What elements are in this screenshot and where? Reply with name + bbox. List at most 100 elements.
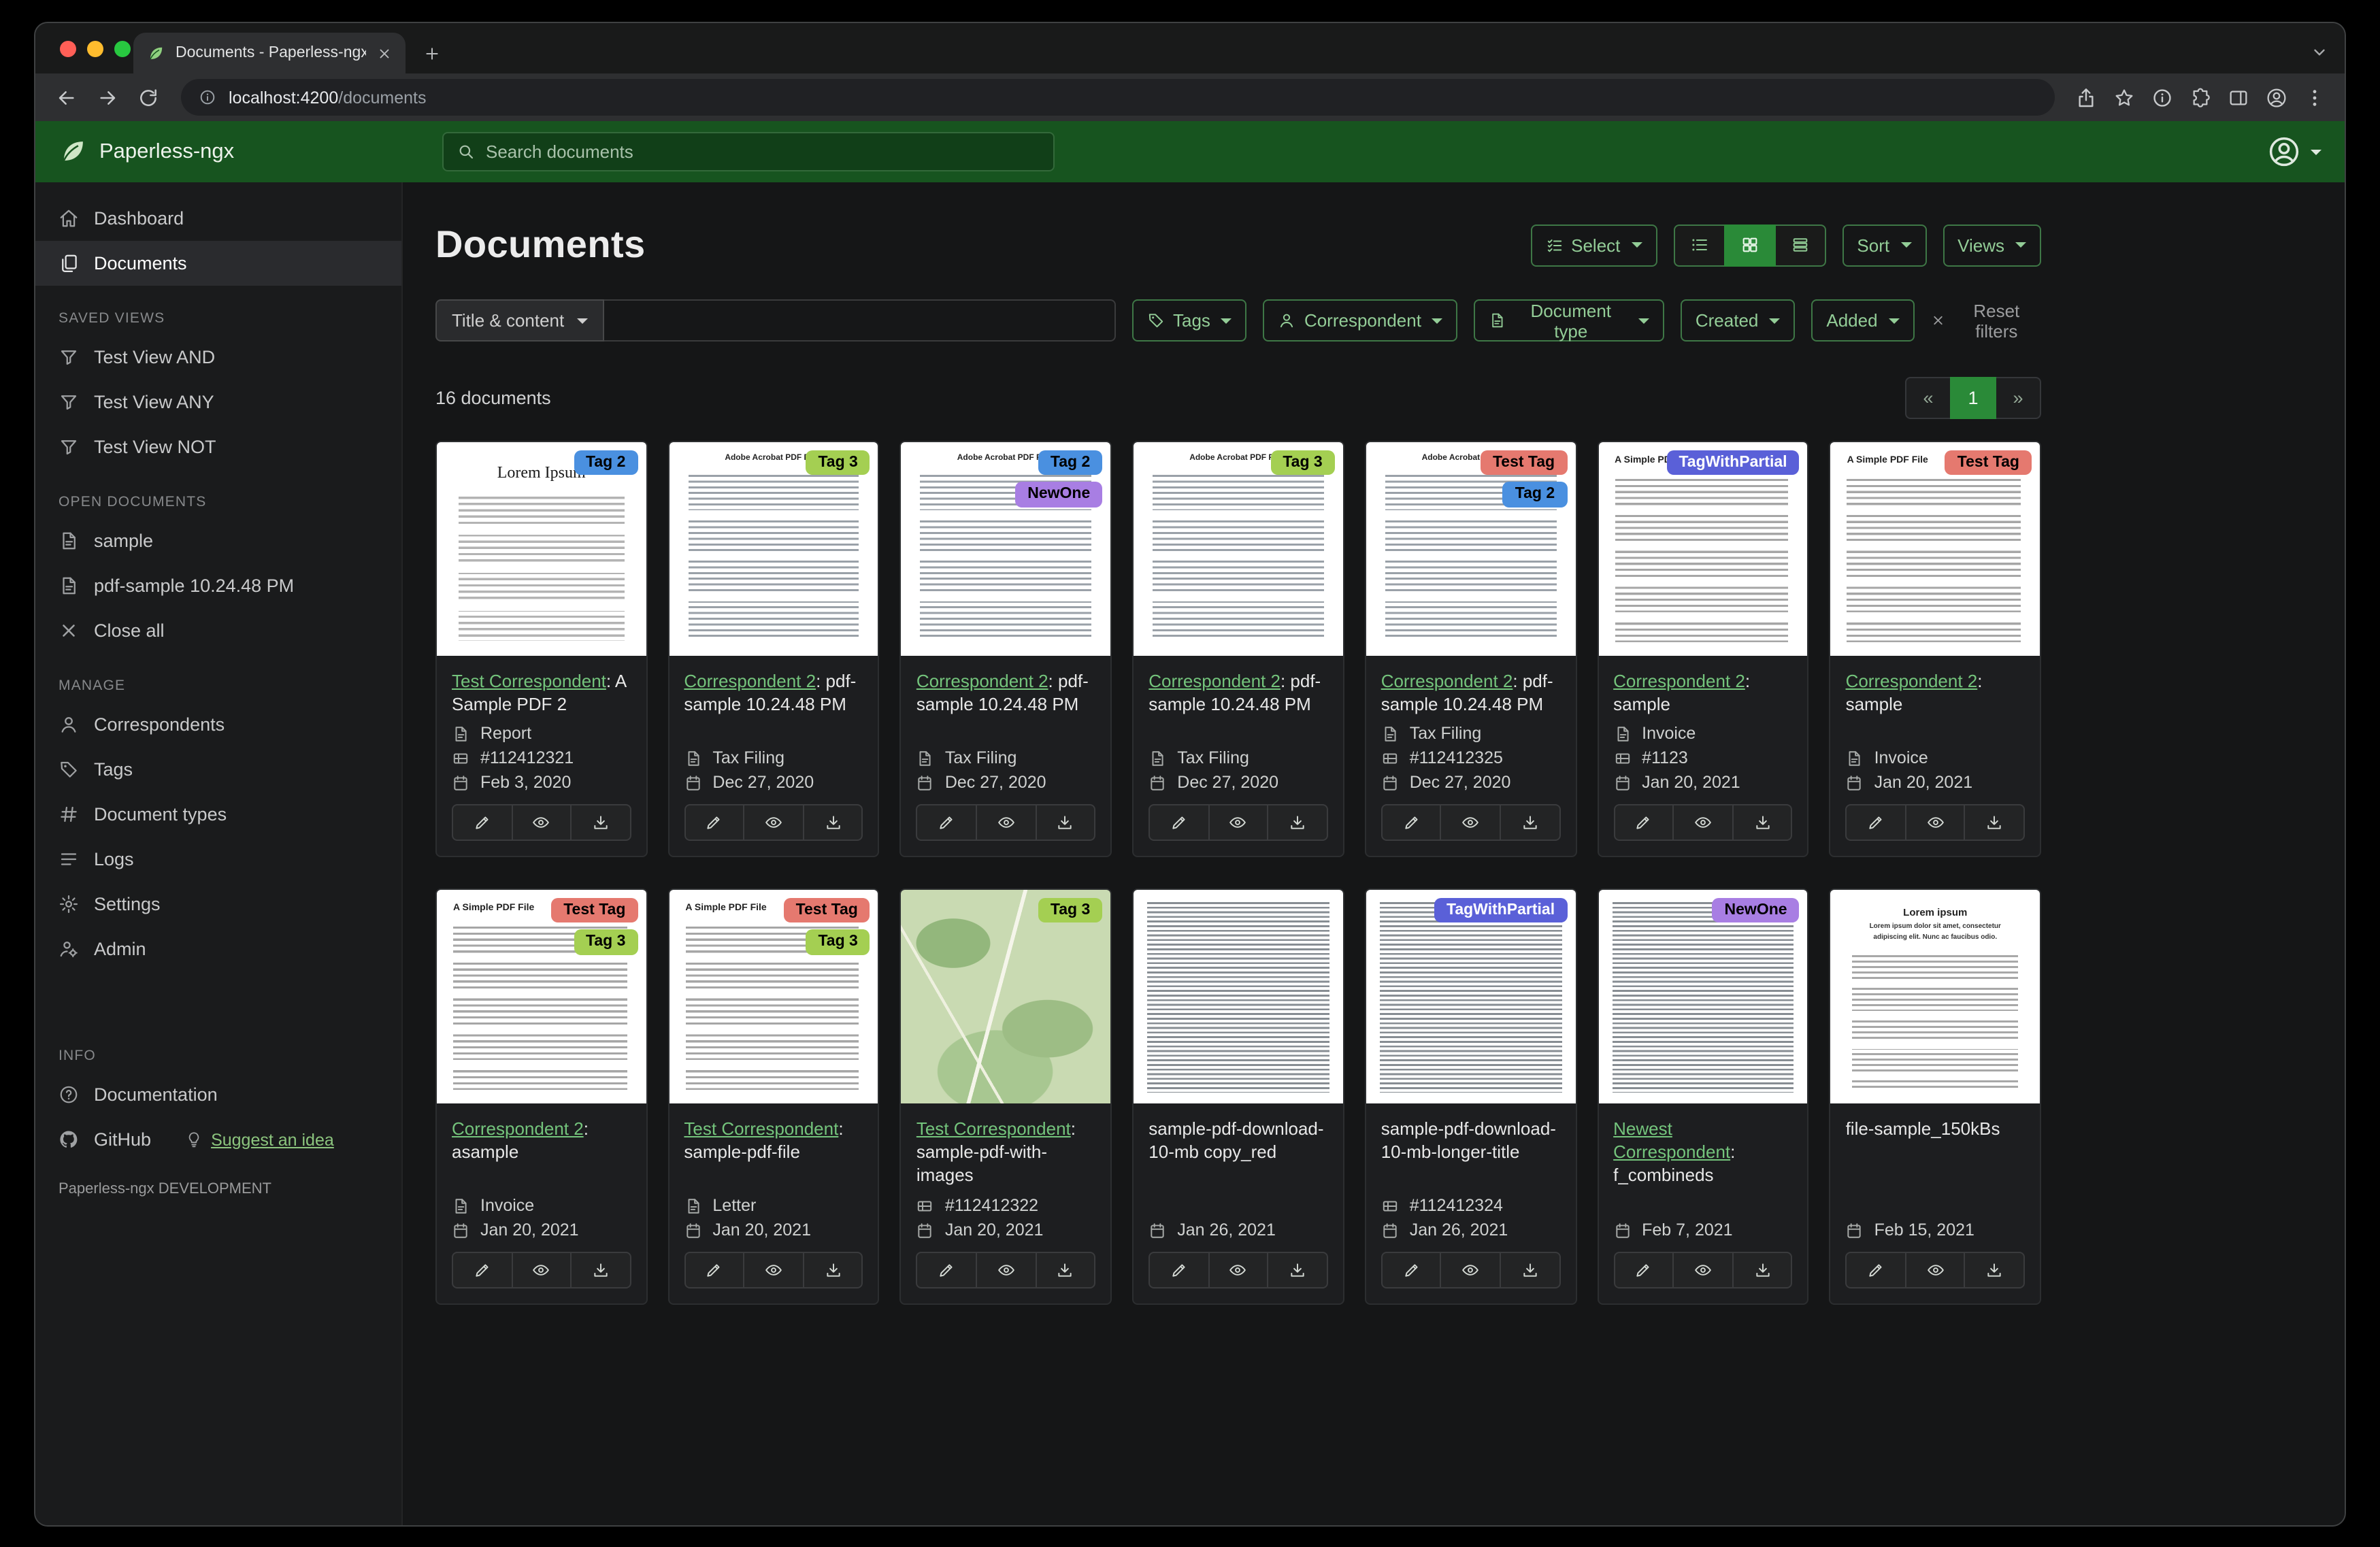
sidebar-item-close-all[interactable]: Close all <box>35 608 401 653</box>
tag-badge[interactable]: Tag 3 <box>1270 450 1335 476</box>
document-card[interactable]: Adobe Acrobat PDF Files Tag 3 Correspond… <box>1132 441 1344 857</box>
document-card[interactable]: Adobe Acrobat PDF Files Tag 3 Correspond… <box>667 441 880 857</box>
sidebar-item-open-document[interactable]: pdf-sample 10.24.48 PM <box>35 563 401 608</box>
document-thumbnail[interactable]: A Simple PDF File TagWithPartial <box>1598 442 1808 656</box>
download-button[interactable] <box>1500 804 1561 841</box>
view-button[interactable] <box>1440 1252 1501 1288</box>
tag-badge[interactable]: Test Tag <box>1480 450 1568 476</box>
document-thumbnail[interactable]: TagWithPartial <box>1366 890 1576 1103</box>
reset-filters-button[interactable]: Reset filters <box>1931 300 2041 341</box>
download-button[interactable] <box>1035 1252 1096 1288</box>
document-card[interactable]: Lorem ipsum Lorem ipsum dolor sit amet, … <box>1829 888 2041 1305</box>
sidebar-item-documents[interactable]: Documents <box>35 241 401 286</box>
edit-button[interactable] <box>916 1252 977 1288</box>
correspondent-link[interactable]: Test Correspondent <box>452 671 606 691</box>
view-button[interactable] <box>743 804 804 841</box>
sidebar-item-saved-view[interactable]: Test View AND <box>35 335 401 380</box>
download-button[interactable] <box>802 804 863 841</box>
filter-correspondent-button[interactable]: Correspondent <box>1263 299 1458 342</box>
correspondent-link[interactable]: Test Correspondent <box>684 1118 838 1139</box>
back-button[interactable] <box>48 78 86 116</box>
suggest-idea-link[interactable]: Suggest an idea <box>211 1130 334 1149</box>
correspondent-link[interactable]: Correspondent 2 <box>916 671 1048 691</box>
document-card[interactable]: Lorem Ipsum Tag 2 Test Correspondent: A … <box>435 441 648 857</box>
document-thumbnail[interactable]: A Simple PDF File Test Tag Tag 3 <box>669 890 878 1103</box>
sidebar-item-logs[interactable]: Logs <box>35 837 401 882</box>
filter-created-button[interactable]: Created <box>1680 299 1796 342</box>
window-zoom-button[interactable] <box>114 41 131 57</box>
tab-list-chevron-icon[interactable] <box>2311 44 2328 61</box>
tag-badge[interactable]: TagWithPartial <box>1434 898 1568 923</box>
browser-tab[interactable]: Documents - Paperless-ngx <box>133 33 406 73</box>
sidebar-item-open-document[interactable]: sample <box>35 518 401 563</box>
select-button[interactable]: Select <box>1530 224 1657 266</box>
side-panel-icon[interactable] <box>2221 80 2256 115</box>
document-card[interactable]: NewOne Newest Correspondent: f_combineds… <box>1597 888 1809 1305</box>
download-button[interactable] <box>1267 804 1328 841</box>
correspondent-link[interactable]: Correspondent 2 <box>1148 671 1280 691</box>
document-thumbnail[interactable]: A Simple PDF File Test Tag Tag 3 <box>437 890 646 1103</box>
edit-button[interactable] <box>1148 804 1210 841</box>
edit-button[interactable] <box>1845 1252 1906 1288</box>
browser-profile-icon[interactable] <box>2259 80 2294 115</box>
tag-badge[interactable]: TagWithPartial <box>1666 450 1800 476</box>
sidebar-item-documentation[interactable]: Documentation <box>35 1072 401 1117</box>
document-card[interactable]: A Simple PDF File TagWithPartial Corresp… <box>1597 441 1809 857</box>
view-button[interactable] <box>743 1252 804 1288</box>
view-details-button[interactable] <box>1774 224 1826 266</box>
document-card[interactable]: A Simple PDF File Test Tag Tag 3 Correspo… <box>435 888 648 1305</box>
sidebar-item-dashboard[interactable]: Dashboard <box>35 196 401 241</box>
pagination-page-1-button[interactable]: 1 <box>1950 377 1996 419</box>
tag-badge[interactable]: Test Tag <box>1945 450 2032 476</box>
download-button[interactable] <box>1500 1252 1561 1288</box>
tag-badge[interactable]: Tag 2 <box>574 450 638 476</box>
correspondent-link[interactable]: Correspondent 2 <box>1613 671 1745 691</box>
pagination-prev-button[interactable]: « <box>1905 377 1951 419</box>
app-brand[interactable]: Paperless-ngx <box>59 137 234 166</box>
info-circle-icon[interactable] <box>2145 80 2180 115</box>
document-card[interactable]: TagWithPartial sample-pdf-download-10-mb… <box>1364 888 1577 1305</box>
edit-button[interactable] <box>916 804 977 841</box>
view-grid-button[interactable] <box>1723 224 1776 266</box>
edit-button[interactable] <box>1381 804 1442 841</box>
document-card[interactable]: Tag 3 Test Correspondent: sample-pdf-wit… <box>899 888 1112 1305</box>
sidebar-item-settings[interactable]: Settings <box>35 882 401 927</box>
correspondent-link[interactable]: Correspondent 2 <box>684 671 816 691</box>
download-button[interactable] <box>570 804 631 841</box>
download-button[interactable] <box>1267 1252 1328 1288</box>
document-card[interactable]: Adobe Acrobat PDF Files Test Tag Tag 2 Co… <box>1364 441 1577 857</box>
download-button[interactable] <box>802 1252 863 1288</box>
site-info-icon[interactable] <box>199 88 216 106</box>
correspondent-link[interactable]: Correspondent 2 <box>1846 671 1978 691</box>
user-menu[interactable] <box>2267 135 2321 169</box>
extensions-icon[interactable] <box>2183 80 2218 115</box>
download-button[interactable] <box>1964 1252 2025 1288</box>
tag-badge[interactable]: Test Tag <box>551 898 638 923</box>
view-button[interactable] <box>976 1252 1037 1288</box>
document-card[interactable]: A Simple PDF File Test Tag Tag 3 Test Cor… <box>667 888 880 1305</box>
pagination-next-button[interactable]: » <box>1995 377 2041 419</box>
global-search-input[interactable] <box>486 142 1040 162</box>
document-thumbnail[interactable] <box>1134 890 1343 1103</box>
document-card[interactable]: sample-pdf-download-10-mb copy_red Jan 2… <box>1132 888 1344 1305</box>
view-button[interactable] <box>511 1252 572 1288</box>
correspondent-link[interactable]: Correspondent 2 <box>1381 671 1513 691</box>
tag-badge[interactable]: Test Tag <box>783 898 870 923</box>
document-thumbnail[interactable]: Lorem ipsum Lorem ipsum dolor sit amet, … <box>1830 890 2040 1103</box>
download-button[interactable] <box>1964 804 2025 841</box>
window-close-button[interactable] <box>60 41 76 57</box>
filter-tags-button[interactable]: Tags <box>1132 299 1247 342</box>
sidebar-item-tags[interactable]: Tags <box>35 747 401 792</box>
sidebar-item-saved-view[interactable]: Test View NOT <box>35 425 401 469</box>
filter-field-button[interactable]: Title & content <box>435 299 604 342</box>
sidebar-item-admin[interactable]: Admin <box>35 927 401 971</box>
download-button[interactable] <box>1732 1252 1793 1288</box>
document-thumbnail[interactable]: Adobe Acrobat PDF Files Tag 3 <box>1134 442 1343 656</box>
correspondent-link[interactable]: Newest Correspondent <box>1613 1118 1730 1162</box>
edit-button[interactable] <box>1845 804 1906 841</box>
view-button[interactable] <box>1904 1252 1966 1288</box>
view-button[interactable] <box>1672 1252 1734 1288</box>
tag-badge[interactable]: NewOne <box>1015 482 1103 508</box>
sidebar-item-document-types[interactable]: Document types <box>35 792 401 837</box>
tag-badge[interactable]: Tag 3 <box>574 929 638 955</box>
